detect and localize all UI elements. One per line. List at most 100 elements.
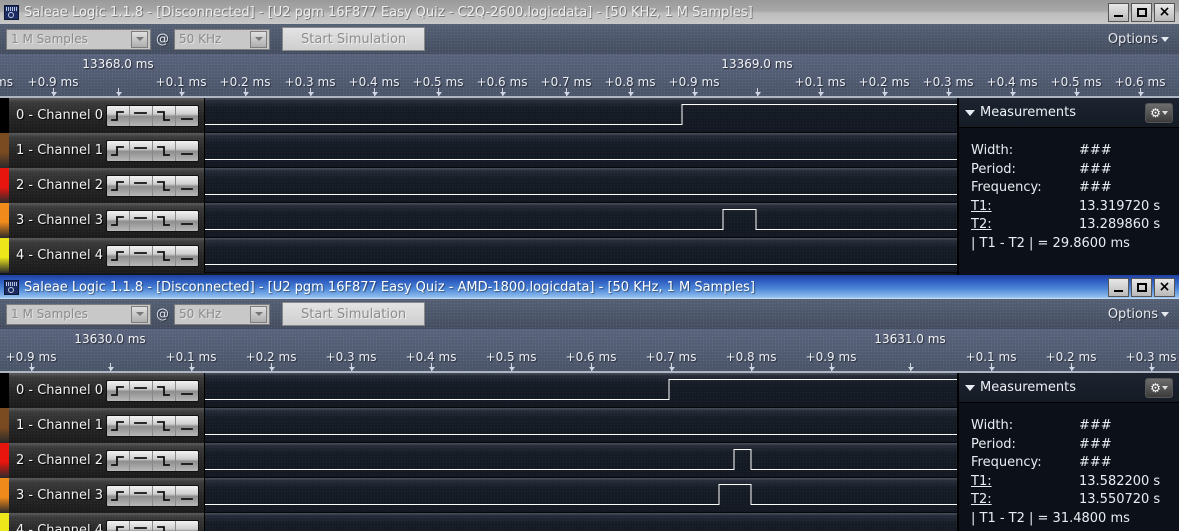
minimize-button[interactable] (1108, 2, 1129, 22)
trigger-rising-edge-button[interactable] (107, 175, 130, 196)
start-simulation-button[interactable]: Start Simulation (282, 27, 426, 51)
trigger-low-level-button[interactable] (176, 416, 198, 436)
trigger-falling-edge-button[interactable] (153, 210, 176, 231)
trigger-low-level-button[interactable] (176, 141, 198, 161)
trigger-falling-edge-button[interactable] (153, 520, 176, 531)
ruler-minor-label: +0.1 ms (965, 350, 1017, 364)
channel-label-2[interactable]: 2 - Channel 2 (9, 168, 205, 203)
trigger-high-level-button[interactable] (130, 105, 153, 126)
channel-label-2[interactable]: 2 - Channel 2 (9, 443, 205, 478)
minimize-button[interactable] (1108, 277, 1129, 297)
sample-rate-dropdown[interactable]: 50 KHz (174, 28, 270, 50)
collapse-chevron-icon[interactable] (965, 384, 975, 391)
title-bar[interactable]: Saleae Logic 1.1.8 - [Disconnected] - [U… (0, 275, 1179, 299)
trigger-falling-edge-button[interactable] (153, 245, 176, 266)
trigger-high-level-button[interactable] (130, 520, 153, 531)
ruler-tick (669, 363, 675, 371)
sample-count-dropdown[interactable]: 1 M Samples (6, 303, 151, 325)
measurements-header[interactable]: Measurements ⚙ (959, 98, 1179, 128)
measurement-value: ### (1079, 180, 1112, 195)
measurements-settings-button[interactable]: ⚙ (1145, 377, 1173, 398)
ruler-tick (628, 88, 634, 96)
chevron-down-icon[interactable] (250, 30, 267, 48)
trigger-low-level-button[interactable] (176, 451, 198, 471)
trigger-high-level-button[interactable] (130, 450, 153, 471)
measurement-label: Period: (971, 161, 1016, 177)
chevron-down-icon[interactable] (250, 305, 267, 323)
trigger-falling-edge-button[interactable] (153, 380, 176, 401)
close-button[interactable]: × (1154, 2, 1175, 22)
channel-label-3[interactable]: 3 - Channel 3 (9, 478, 205, 513)
trigger-falling-edge-button[interactable] (153, 175, 176, 196)
sample-rate-dropdown[interactable]: 50 KHz (174, 303, 270, 325)
channel-label-0[interactable]: 0 - Channel 0 (9, 373, 205, 408)
trigger-rising-edge-button[interactable] (107, 105, 130, 126)
chevron-down-icon[interactable] (131, 30, 148, 48)
trigger-rising-edge-button[interactable] (107, 380, 130, 401)
trigger-low-level-button[interactable] (176, 381, 198, 401)
trigger-rising-edge-button[interactable] (107, 520, 130, 531)
trigger-low-level-button[interactable] (176, 176, 198, 196)
trigger-rising-edge-button[interactable] (107, 140, 130, 161)
trigger-high-level-button[interactable] (130, 210, 153, 231)
ruler-tick (116, 88, 122, 96)
ruler-major-label: 13630.0 ms (74, 332, 146, 346)
trigger-rising-edge-button[interactable] (107, 210, 130, 231)
trigger-high-level-button[interactable] (130, 245, 153, 266)
trigger-rising-edge-button[interactable] (107, 415, 130, 436)
channel-label-4[interactable]: 4 - Channel 4 (9, 238, 205, 273)
options-menu[interactable]: Options (1108, 32, 1173, 47)
channel-label-1[interactable]: 1 - Channel 1 (9, 408, 205, 443)
channel-name: 3 - Channel 3 (16, 488, 104, 503)
measurement-delta: | T1 - T2 | = 29.8600 ms (971, 235, 1130, 251)
time-ruler[interactable]: 13368.0 ms 13369.0 ms ms +0.9 ms +0.1 ms +0.2… (0, 54, 1179, 98)
trigger-edge-buttons (106, 174, 199, 197)
trigger-low-level-button[interactable] (176, 211, 198, 231)
ruler-tick (189, 363, 195, 371)
trigger-low-level-button[interactable] (176, 106, 198, 126)
trigger-falling-edge-button[interactable] (153, 485, 176, 506)
trigger-falling-edge-button[interactable] (153, 105, 176, 126)
maximize-button[interactable] (1131, 277, 1152, 297)
trigger-low-level-button[interactable] (176, 521, 198, 531)
channel-label-1[interactable]: 1 - Channel 1 (9, 133, 205, 168)
trigger-falling-edge-button[interactable] (153, 450, 176, 471)
sample-count-dropdown[interactable]: 1 M Samples (6, 28, 151, 50)
at-symbol: @ (156, 31, 169, 47)
ruler-minor-label: +0.1 ms (155, 75, 207, 89)
ruler-tick (818, 88, 824, 96)
collapse-chevron-icon[interactable] (965, 109, 975, 116)
trigger-falling-edge-button[interactable] (153, 140, 176, 161)
ruler-major-label: 13368.0 ms (82, 57, 154, 71)
trigger-edge-buttons (106, 414, 199, 437)
time-ruler[interactable]: 13630.0 ms 13631.0 ms +0.9 ms +0.1 ms +0.2 m… (0, 329, 1179, 373)
start-simulation-button[interactable]: Start Simulation (282, 302, 426, 326)
channel-name: 2 - Channel 2 (16, 453, 104, 468)
trigger-low-level-button[interactable] (176, 486, 198, 506)
trigger-falling-edge-button[interactable] (153, 415, 176, 436)
trigger-high-level-button[interactable] (130, 485, 153, 506)
chevron-down-icon (1161, 110, 1168, 115)
trigger-rising-edge-button[interactable] (107, 450, 130, 471)
trigger-high-level-button[interactable] (130, 175, 153, 196)
title-bar[interactable]: Saleae Logic 1.1.8 - [Disconnected] - [U… (0, 0, 1179, 24)
measurements-header[interactable]: Measurements ⚙ (959, 373, 1179, 403)
maximize-button[interactable] (1131, 2, 1152, 22)
channel-label-0[interactable]: 0 - Channel 0 (9, 98, 205, 133)
ruler-minor-label: +0.6 ms (476, 75, 528, 89)
close-button[interactable]: × (1154, 277, 1175, 297)
trigger-high-level-button[interactable] (130, 380, 153, 401)
trigger-rising-edge-button[interactable] (107, 245, 130, 266)
ruler-minor-label: +0.5 ms (412, 75, 464, 89)
trigger-low-level-button[interactable] (176, 246, 198, 266)
channel-label-4[interactable]: 4 - Channel 4 (9, 513, 205, 531)
chevron-down-icon (1161, 36, 1169, 42)
trigger-rising-edge-button[interactable] (107, 485, 130, 506)
ruler-tick (1069, 363, 1075, 371)
channel-label-3[interactable]: 3 - Channel 3 (9, 203, 205, 238)
options-menu[interactable]: Options (1108, 307, 1173, 322)
measurements-settings-button[interactable]: ⚙ (1145, 102, 1173, 123)
trigger-high-level-button[interactable] (130, 415, 153, 436)
trigger-high-level-button[interactable] (130, 140, 153, 161)
chevron-down-icon[interactable] (131, 305, 148, 323)
